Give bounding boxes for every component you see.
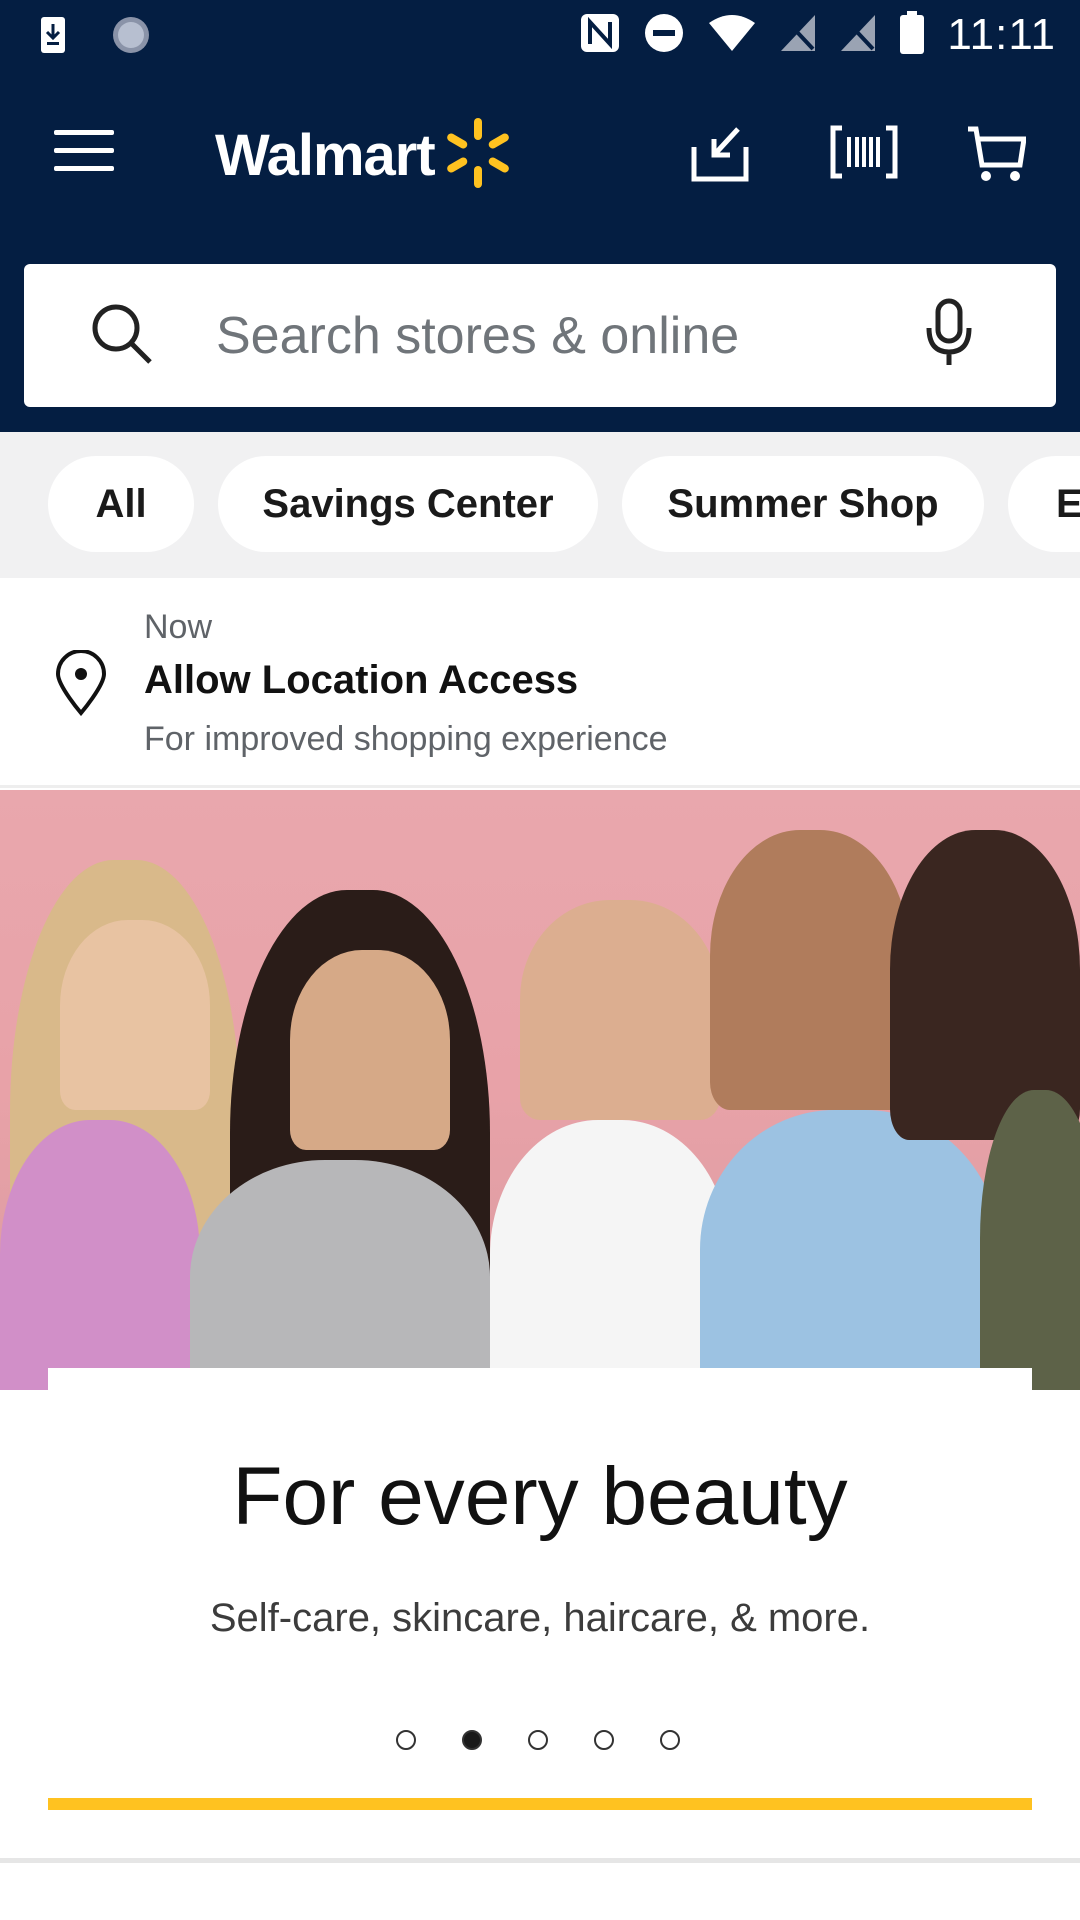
sync-icon [110,14,152,61]
hero-banner-image[interactable] [0,790,1080,1390]
nfc-icon [579,12,621,59]
download-notification-icon [40,16,66,59]
spark-icon [443,115,513,196]
carousel-dot[interactable] [594,1730,614,1750]
hero-title: For every beauty [232,1451,848,1542]
cart-icon[interactable] [966,125,1027,188]
chip-partial[interactable]: E [1008,456,1080,552]
search-bar[interactable]: Search stores & online [24,264,1056,407]
search-input[interactable]: Search stores & online [216,306,739,366]
barcode-icon[interactable] [830,125,898,184]
chip-all[interactable]: All [48,456,194,552]
microphone-icon[interactable] [924,298,974,373]
battery-icon [899,10,925,60]
chip-savings-center[interactable]: Savings Center [218,456,598,552]
notification-timestamp: Now [144,608,213,646]
signal-off-icon [779,13,817,58]
menu-icon[interactable] [54,130,114,176]
person-top [980,1090,1080,1390]
walmart-logo[interactable]: Walmart [215,115,513,196]
accent-bar [48,1798,1032,1810]
location-access-banner[interactable]: Now Allow Location Access For improved s… [0,578,1080,788]
app-header: Walmart Search stores & online [0,75,1080,432]
carousel-dot-active[interactable] [462,1730,482,1750]
person-face [290,950,450,1150]
chip-summer-shop[interactable]: Summer Shop [622,456,984,552]
category-chips: All Savings Center Summer Shop E [0,432,1080,578]
download-icon[interactable] [690,125,750,188]
search-icon [90,302,154,371]
person-top [0,1120,200,1390]
status-bar: 11:11 [0,0,1080,75]
hero-card-top [48,1368,1032,1408]
section-divider [0,1858,1080,1863]
person-top [700,1110,1000,1390]
do-not-disturb-icon [643,12,685,59]
carousel-indicator [396,1730,680,1750]
person-top [490,1120,730,1390]
person-face [520,900,720,1120]
carousel-dot[interactable] [528,1730,548,1750]
signal-off-icon [839,13,877,58]
location-pin-icon [54,649,108,721]
wifi-icon [707,13,757,58]
hero-subtitle: Self-care, skincare, haircare, & more. [209,1596,871,1640]
person-face [60,920,210,1110]
carousel-dot[interactable] [660,1730,680,1750]
person-face [710,830,910,1110]
location-subtitle: For improved shopping experience [144,720,668,758]
carousel-dot[interactable] [396,1730,416,1750]
clock: 11:11 [947,10,1056,59]
logo-text: Walmart [215,123,436,188]
person-top [190,1160,490,1390]
location-title: Allow Location Access [144,658,579,702]
